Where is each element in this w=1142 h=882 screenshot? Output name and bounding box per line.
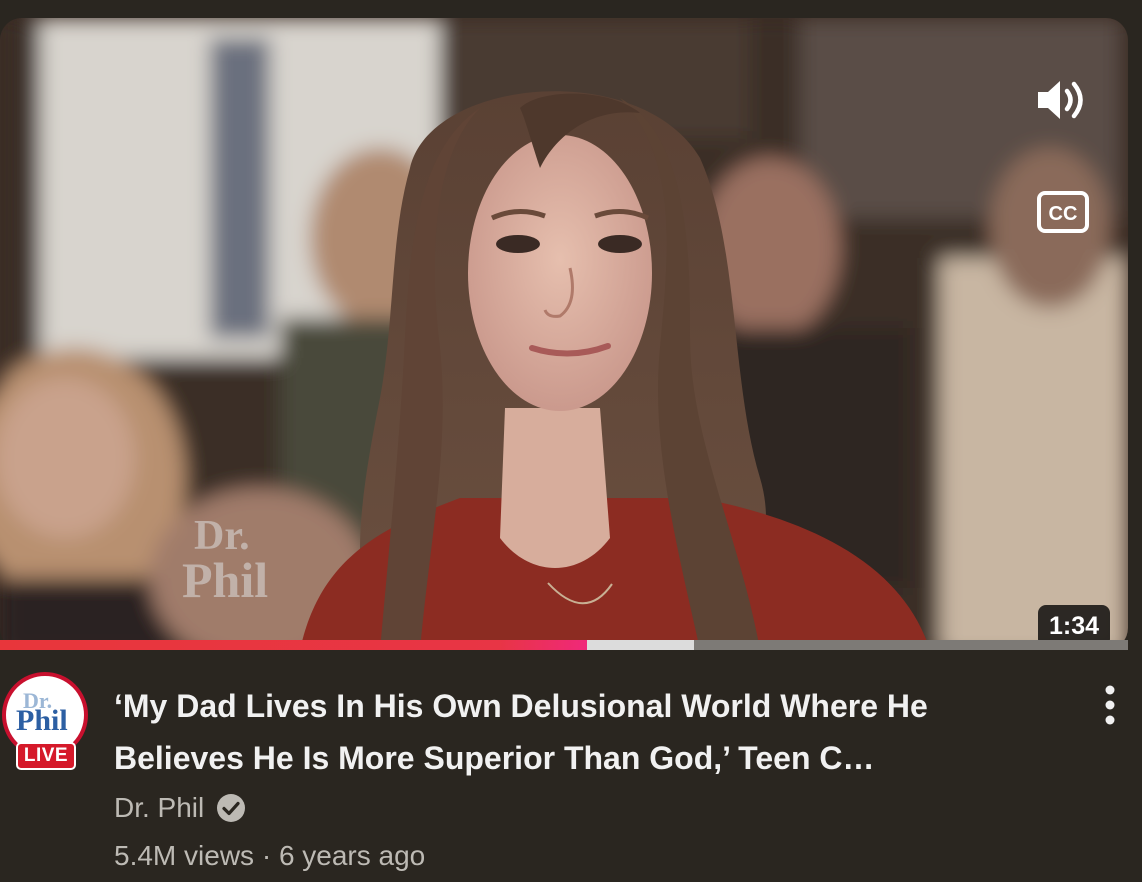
view-count: 5.4M views: [114, 840, 255, 871]
video-title[interactable]: ‘My Dad Lives In His Own Delusional Worl…: [114, 680, 1034, 784]
video-meta: 5.4M views · 6 years ago: [114, 840, 425, 872]
channel-name: Dr. Phil: [114, 792, 205, 823]
upload-age: 6 years ago: [278, 840, 426, 871]
captions-label: CC: [1049, 203, 1078, 225]
video-title-line1: ‘My Dad Lives In His Own Delusional Worl…: [114, 688, 928, 724]
channel-link[interactable]: Dr. Phil: [114, 790, 246, 826]
more-vert-icon: [1105, 685, 1115, 725]
volume-button[interactable]: [1034, 76, 1090, 124]
dr-phil-watermark: Dr. Phil: [182, 513, 312, 610]
watermark-line2: Phil: [182, 552, 269, 608]
video-title-line2: Believes He Is More Superior Than God,’ …: [114, 740, 875, 776]
captions-button[interactable]: CC: [1036, 190, 1090, 234]
thumbnail-scene: [0, 18, 1128, 650]
more-options-button[interactable]: [1094, 684, 1126, 728]
verified-check-icon: [217, 794, 246, 822]
video-thumbnail[interactable]: Dr. Phil CC 1:34: [0, 18, 1128, 650]
volume-icon: [1038, 81, 1083, 119]
progress-played: [0, 640, 587, 650]
channel-avatar-button[interactable]: Dr. Phil LIVE: [0, 668, 94, 772]
live-badge: LIVE: [16, 742, 76, 770]
meta-separator: ·: [261, 840, 272, 871]
watermark-line1: Dr.: [194, 513, 250, 559]
video-card[interactable]: Dr. Phil CC 1:34 Dr. Phil LIVE ‘My Dad L…: [0, 0, 1142, 882]
closed-captions-icon: CC: [1037, 191, 1089, 233]
avatar-logo-line2: Phil: [16, 704, 68, 737]
progress-bar[interactable]: [0, 640, 1128, 650]
